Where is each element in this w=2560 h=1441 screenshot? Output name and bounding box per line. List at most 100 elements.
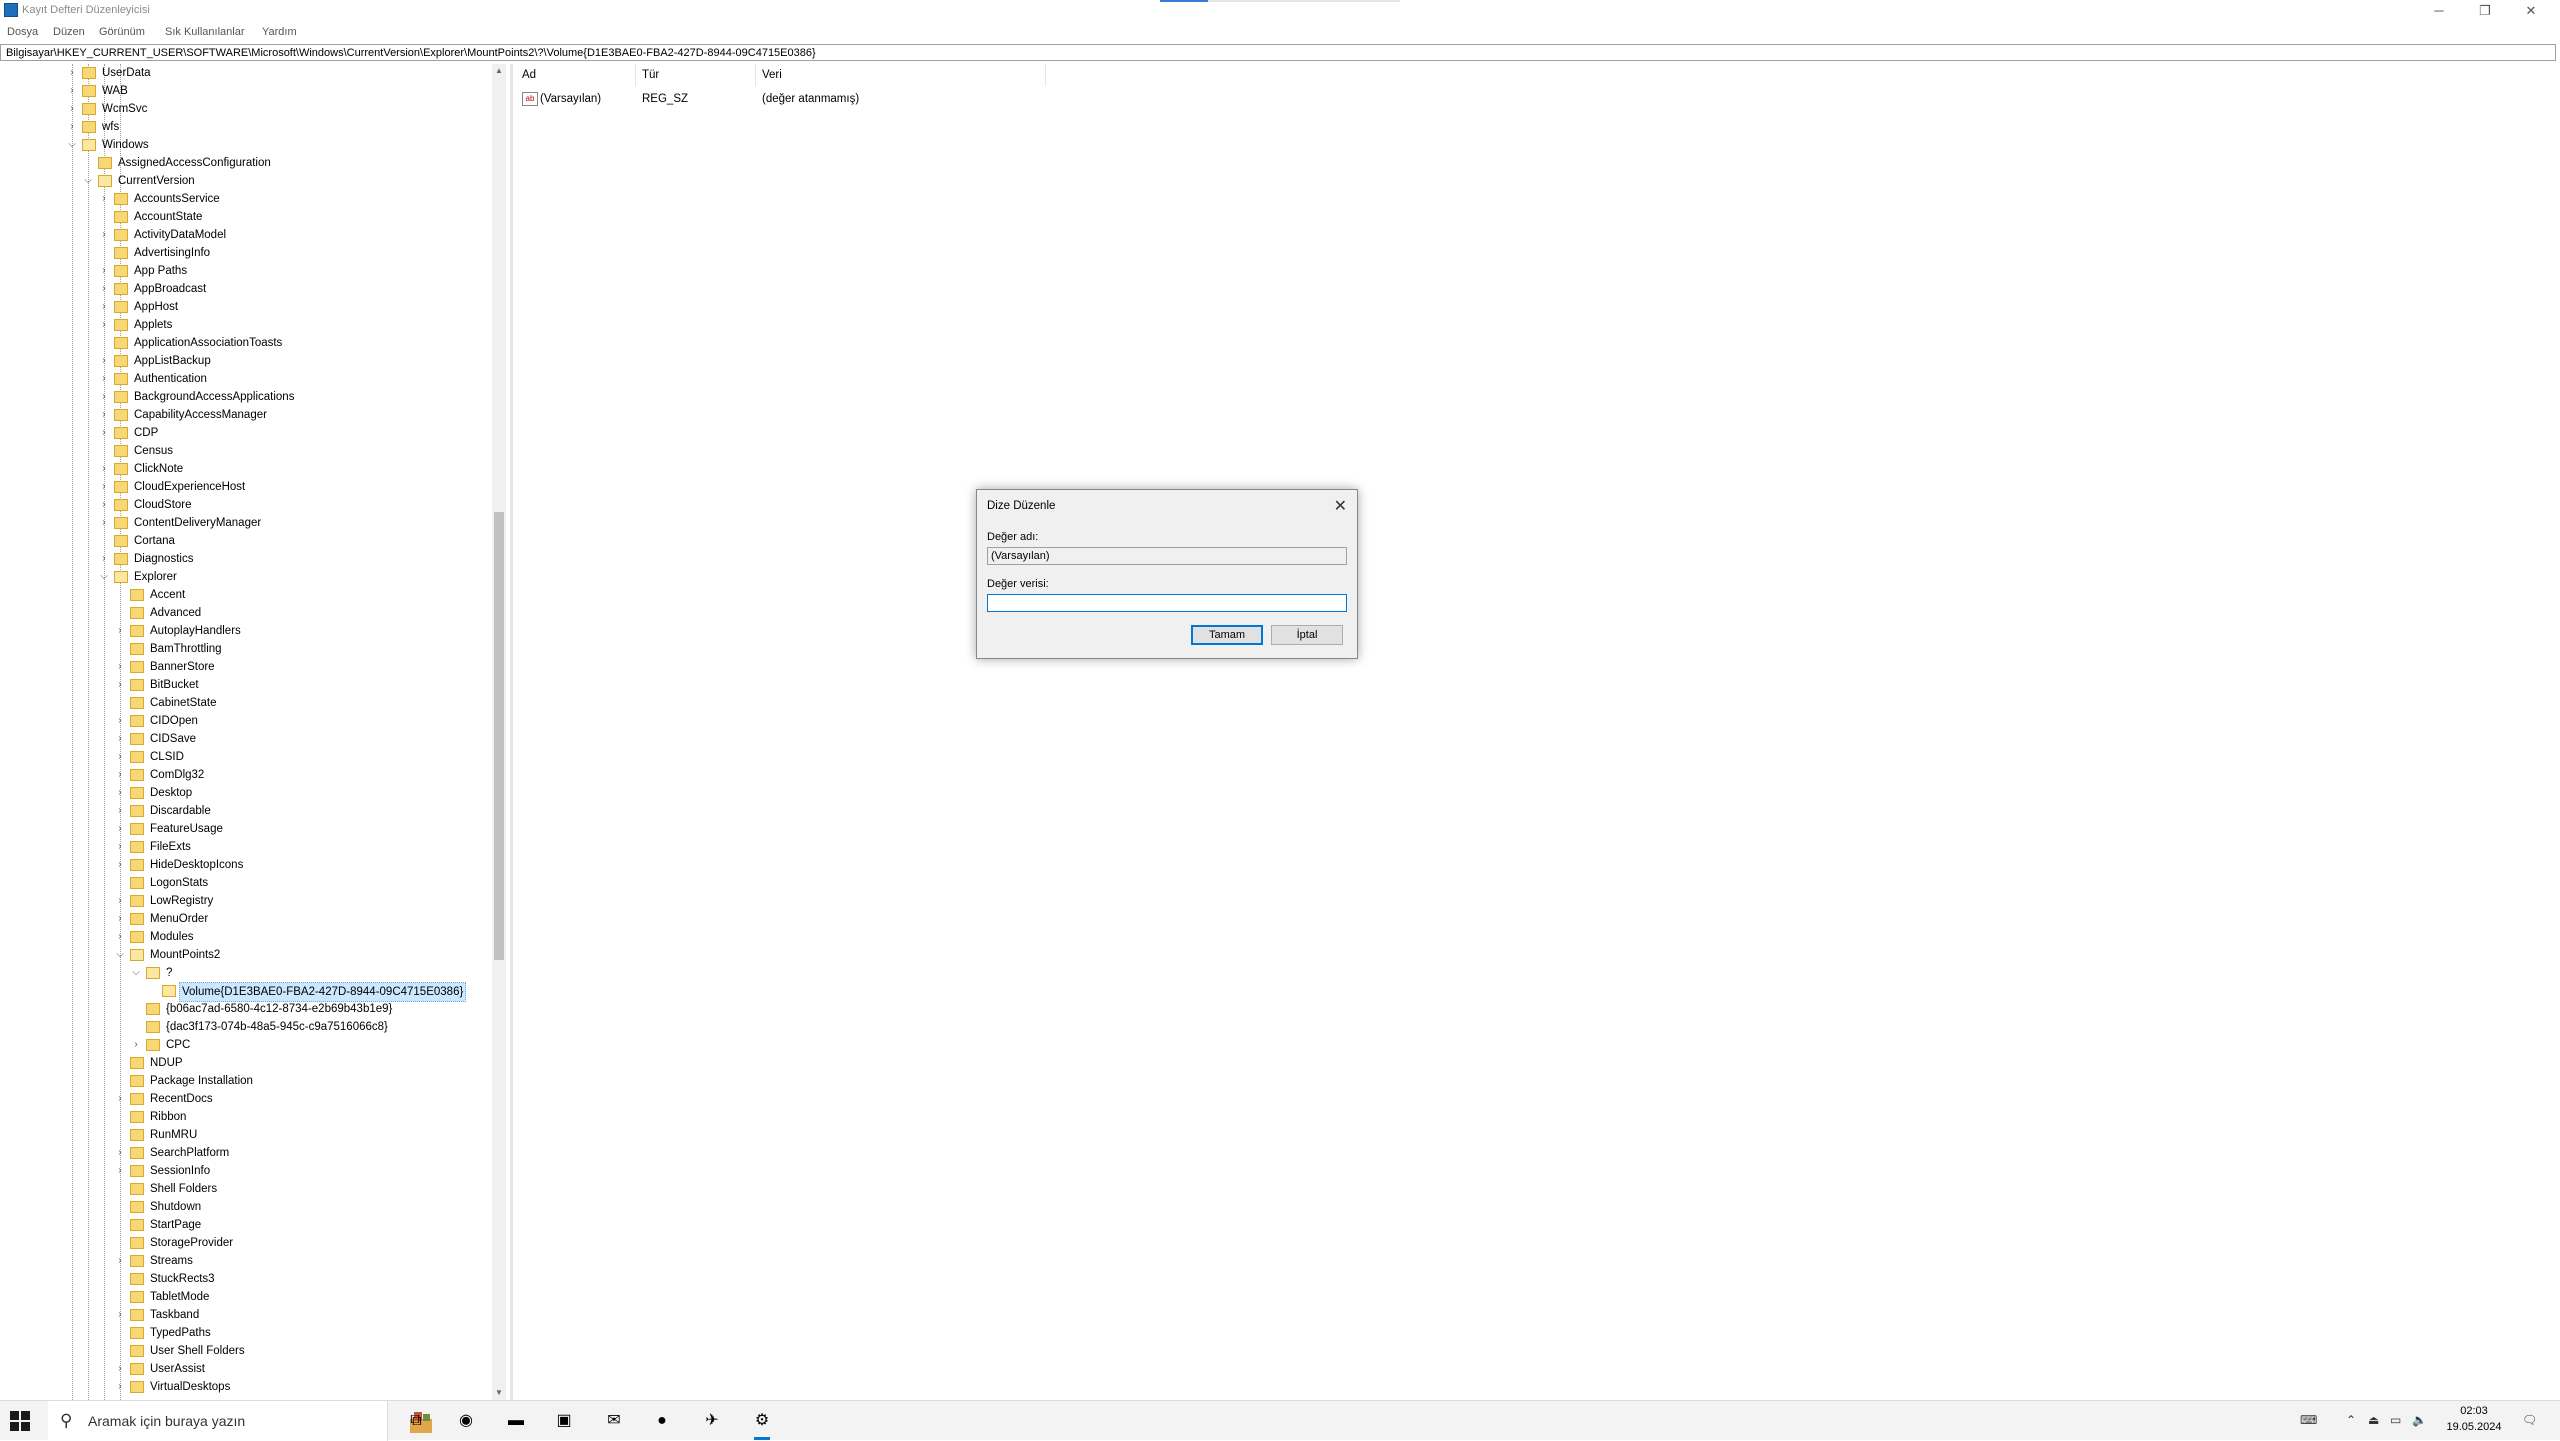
menu-edit[interactable]: Düzen (53, 26, 85, 38)
tree-item[interactable]: › Diagnostics (0, 550, 490, 568)
expand-chevron-icon[interactable]: › (99, 262, 109, 280)
expand-chevron-icon[interactable]: › (99, 370, 109, 388)
tree-item[interactable]: › CloudStore (0, 496, 490, 514)
usb-icon[interactable]: ⏏ (2368, 1413, 2379, 1427)
expand-chevron-icon[interactable]: › (99, 424, 109, 442)
tree-item[interactable]: Cortana (0, 532, 490, 550)
tree-item[interactable]: StorageProvider (0, 1234, 490, 1252)
tree-item[interactable]: › Taskband (0, 1306, 490, 1324)
cancel-button[interactable]: İptal (1271, 625, 1343, 645)
tree-item[interactable]: LogonStats (0, 874, 490, 892)
ok-button[interactable]: Tamam (1191, 625, 1263, 645)
expand-chevron-icon[interactable]: › (115, 892, 125, 910)
menu-help[interactable]: Yardım (262, 26, 297, 38)
column-header-type[interactable]: Tür (636, 64, 756, 86)
tree-item[interactable]: › BannerStore (0, 658, 490, 676)
tree-item[interactable]: › UserAssist (0, 1360, 490, 1378)
tree-item[interactable]: › HideDesktopIcons (0, 856, 490, 874)
tree-item[interactable]: ⌵ CurrentVersion (0, 172, 490, 190)
expand-chevron-icon[interactable]: › (99, 496, 109, 514)
tree-item[interactable]: › CLSID (0, 748, 490, 766)
chrome-icon[interactable]: ● (648, 1407, 676, 1435)
tree-item[interactable]: › LowRegistry (0, 892, 490, 910)
tree-item[interactable]: {dac3f173-074b-48a5-945c-c9a7516066c8} (0, 1018, 490, 1036)
tree-item[interactable]: Census (0, 442, 490, 460)
menu-favorites[interactable]: Sık Kullanılanlar (165, 26, 245, 38)
tree-item[interactable]: › Authentication (0, 370, 490, 388)
collapse-chevron-icon[interactable]: ⌵ (99, 568, 109, 586)
tree-item[interactable]: BamThrottling (0, 640, 490, 658)
tree-item[interactable]: › Applets (0, 316, 490, 334)
tree-item[interactable]: › UserData (0, 64, 490, 82)
tree-item[interactable]: Shell Folders (0, 1180, 490, 1198)
taskbar-search[interactable]: ⚲ Aramak için buraya yazın (48, 1401, 432, 1441)
expand-chevron-icon[interactable]: › (67, 100, 77, 118)
edge-icon[interactable]: ◉ (452, 1407, 480, 1435)
dialog-close-icon[interactable]: ✕ (1334, 496, 1347, 516)
tree-item[interactable]: › SearchPlatform (0, 1144, 490, 1162)
expand-chevron-icon[interactable]: › (115, 730, 125, 748)
tree-item[interactable]: › CloudExperienceHost (0, 478, 490, 496)
expand-chevron-icon[interactable]: › (67, 118, 77, 136)
address-bar[interactable]: Bilgisayar\HKEY_CURRENT_USER\SOFTWARE\Mi… (0, 44, 2556, 61)
expand-chevron-icon[interactable]: › (99, 226, 109, 244)
notifications-icon[interactable]: 🗨 (2522, 1413, 2537, 1427)
keyboard-icon[interactable]: ⌨ (2300, 1413, 2317, 1427)
tree-item[interactable]: › BackgroundAccessApplications (0, 388, 490, 406)
expand-chevron-icon[interactable]: › (115, 856, 125, 874)
start-button[interactable] (10, 1411, 30, 1431)
tree-item[interactable]: Shutdown (0, 1198, 490, 1216)
tree-item[interactable]: › MenuOrder (0, 910, 490, 928)
tree-item[interactable]: ApplicationAssociationToasts (0, 334, 490, 352)
tree-item[interactable]: CabinetState (0, 694, 490, 712)
tree-item[interactable]: › wfs (0, 118, 490, 136)
tree-item[interactable]: › WcmSvc (0, 100, 490, 118)
value-row-name[interactable]: ab (Varsayılan) (522, 90, 601, 108)
tree-item[interactable]: StuckRects3 (0, 1270, 490, 1288)
expand-chevron-icon[interactable]: › (99, 478, 109, 496)
expand-chevron-icon[interactable]: › (115, 820, 125, 838)
scroll-thumb[interactable] (494, 512, 504, 960)
tree-item[interactable]: NDUP (0, 1054, 490, 1072)
expand-chevron-icon[interactable]: › (99, 298, 109, 316)
collapse-chevron-icon[interactable]: ⌵ (131, 964, 141, 982)
restore-button[interactable]: ❐ (2462, 0, 2508, 22)
expand-chevron-icon[interactable]: › (115, 1378, 125, 1396)
tree-item[interactable]: › ContentDeliveryManager (0, 514, 490, 532)
tree-item[interactable]: Ribbon (0, 1108, 490, 1126)
tree-item[interactable]: › Streams (0, 1252, 490, 1270)
expand-chevron-icon[interactable]: › (115, 712, 125, 730)
menu-file[interactable]: Dosya (7, 26, 38, 38)
expand-chevron-icon[interactable]: › (99, 280, 109, 298)
tree-item[interactable]: › RecentDocs (0, 1090, 490, 1108)
expand-chevron-icon[interactable]: › (67, 82, 77, 100)
expand-chevron-icon[interactable]: › (99, 316, 109, 334)
tree-item[interactable]: StartPage (0, 1216, 490, 1234)
tree-item[interactable]: › FeatureUsage (0, 820, 490, 838)
tree-item[interactable]: AccountState (0, 208, 490, 226)
tree-item[interactable]: › AccountsService (0, 190, 490, 208)
column-header-name[interactable]: Ad (516, 64, 636, 86)
collapse-chevron-icon[interactable]: ⌵ (67, 136, 77, 154)
tree-item[interactable]: RunMRU (0, 1126, 490, 1144)
expand-chevron-icon[interactable]: › (99, 460, 109, 478)
expand-chevron-icon[interactable]: › (115, 1162, 125, 1180)
expand-chevron-icon[interactable]: › (115, 784, 125, 802)
expand-chevron-icon[interactable]: › (99, 406, 109, 424)
tree-item[interactable]: ⌵ Explorer (0, 568, 490, 586)
tree-item[interactable]: › App Paths (0, 262, 490, 280)
tree-scrollbar[interactable]: ▲ ▼ (492, 64, 506, 1400)
tree-item[interactable]: › CIDOpen (0, 712, 490, 730)
expand-chevron-icon[interactable]: › (99, 388, 109, 406)
tree-item[interactable]: › CapabilityAccessManager (0, 406, 490, 424)
regedit-icon[interactable]: ⚙ (748, 1407, 776, 1440)
expand-chevron-icon[interactable]: › (131, 1036, 141, 1054)
volume-icon[interactable]: 🔈 (2412, 1413, 2427, 1427)
expand-chevron-icon[interactable]: › (115, 838, 125, 856)
tree-item[interactable]: Accent (0, 586, 490, 604)
tree-item[interactable]: ⌵? (0, 964, 490, 982)
tree-item[interactable]: › AppBroadcast (0, 280, 490, 298)
tree-item[interactable]: User Shell Folders (0, 1342, 490, 1360)
tree-item[interactable]: Package Installation (0, 1072, 490, 1090)
tree-item[interactable]: Advanced (0, 604, 490, 622)
